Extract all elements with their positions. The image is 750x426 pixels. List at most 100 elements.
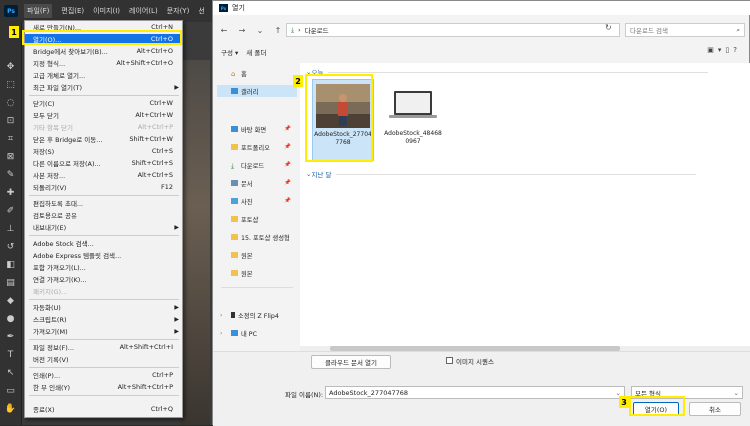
menu-item-place-linked[interactable]: 연결 가져오기(K)... bbox=[25, 274, 182, 284]
dodge-tool-icon[interactable]: ● bbox=[5, 314, 17, 324]
text-tool-icon[interactable]: T bbox=[5, 350, 17, 360]
menu-item-automate[interactable]: 자동화(U) ▶ bbox=[25, 302, 182, 313]
step1-badge: 1 bbox=[9, 26, 19, 38]
menu-edit[interactable]: 편집(E) bbox=[61, 6, 84, 16]
menu-item-recent[interactable]: 최근 파일 열기(T) ▶ bbox=[25, 82, 182, 93]
new-folder-button[interactable]: 새 폴더 bbox=[246, 47, 266, 57]
group-last-month[interactable]: ⌄ 지난 달 bbox=[306, 169, 697, 179]
hand-tool-icon[interactable]: ✋ bbox=[5, 404, 17, 414]
dropdown-arrow-icon[interactable]: ⌄ bbox=[253, 26, 267, 35]
eraser-tool-icon[interactable]: ◧ bbox=[5, 260, 17, 270]
file-item-484680967[interactable]: AdobeStock_484680967 bbox=[382, 79, 444, 161]
nav-item-home[interactable]: ⌂ 홈 bbox=[217, 67, 297, 79]
menu-divider bbox=[29, 395, 179, 396]
pen-tool-icon[interactable]: ✒ bbox=[5, 332, 17, 342]
search-input[interactable]: 다운로드 검색 ⌕ bbox=[625, 23, 745, 37]
menu-item-invite[interactable]: 편집하도록 초대... bbox=[25, 198, 182, 208]
nav-item-folder15[interactable]: 15. 포토샵 생성형 bbox=[217, 231, 297, 243]
menu-item-adobe-express[interactable]: Adobe Express 템플릿 검색... bbox=[25, 250, 182, 260]
menu-item-bridge[interactable]: Bridge에서 찾아보기(B)... Alt+Ctrl+O bbox=[25, 46, 182, 56]
cancel-button[interactable]: 취소 bbox=[689, 402, 741, 416]
eyedropper-tool-icon[interactable]: ✎ bbox=[5, 170, 17, 180]
crop-tool-icon[interactable]: ⌗ bbox=[5, 134, 17, 144]
folder-icon bbox=[231, 234, 238, 240]
menu-item-scripts[interactable]: 스크립트(R) ▶ bbox=[25, 314, 182, 325]
nav-item-pictures[interactable]: 사진 📌 bbox=[217, 195, 297, 207]
file-name: AdobeStock_484680967 bbox=[384, 130, 442, 145]
nav-item-gallery[interactable]: 갤러리 bbox=[217, 85, 297, 97]
menu-item-place-embedded[interactable]: 포함 가져오기(L)... bbox=[25, 262, 182, 272]
menu-item-adobe-stock[interactable]: Adobe Stock 검색... bbox=[25, 238, 182, 248]
pin-icon: 📌 bbox=[284, 126, 291, 132]
move-tool-icon[interactable]: ✥ bbox=[5, 62, 17, 72]
menu-image[interactable]: 이미지(I) bbox=[93, 6, 120, 16]
filename-input[interactable]: AdobeStock_277047768 ⌄ bbox=[325, 386, 625, 399]
chevron-right-icon: › bbox=[220, 329, 223, 337]
open-cloud-document-button[interactable]: 클라우드 문서 열기 bbox=[311, 355, 391, 369]
frame-tool-icon[interactable]: ⊠ bbox=[5, 152, 17, 162]
nav-item-documents[interactable]: 문서 📌 bbox=[217, 177, 297, 189]
menu-item-package[interactable]: 패키지(G)... bbox=[25, 286, 182, 296]
menu-item-smart-object[interactable]: 고급 개체로 열기... bbox=[25, 70, 182, 80]
menu-item-save-as[interactable]: 다른 이름으로 저장(A)... Shift+Ctrl+S bbox=[25, 158, 182, 168]
marquee-tool-icon[interactable]: ⬚ bbox=[5, 80, 17, 90]
nav-item-phone[interactable]: › 소정의 Z Flip4 bbox=[217, 309, 297, 321]
menu-item-save-copy[interactable]: 사본 저장... Alt+Ctrl+S bbox=[25, 170, 182, 180]
menu-item-save[interactable]: 저장(S) Ctrl+S bbox=[25, 146, 182, 156]
up-arrow-icon[interactable]: ↑ bbox=[271, 26, 285, 35]
menu-item-close[interactable]: 닫기(C) Ctrl+W bbox=[25, 98, 182, 108]
submenu-arrow-icon: ▶ bbox=[174, 223, 179, 231]
open-dialog: Ps 열기 ← → ⌄ ↑ ⤓ › 다운로드 ↻ 다운로드 검색 ⌕ 구성 ▾ … bbox=[212, 0, 750, 426]
menu-item-revert[interactable]: 되돌리기(V) F12 bbox=[25, 182, 182, 192]
blur-tool-icon[interactable]: ◆ bbox=[5, 296, 17, 306]
organize-button[interactable]: 구성 ▾ bbox=[221, 47, 238, 57]
address-bar[interactable]: ⤓ › 다운로드 bbox=[286, 23, 620, 37]
history-brush-icon[interactable]: ↺ bbox=[5, 242, 17, 252]
menu-select[interactable]: 선 bbox=[198, 6, 204, 16]
menu-file[interactable]: 파일(F) bbox=[24, 4, 53, 18]
menu-layer[interactable]: 레이어(L) bbox=[129, 6, 158, 16]
menu-item-exit[interactable]: 종료(X) Ctrl+Q bbox=[25, 404, 182, 414]
folder-icon bbox=[231, 144, 238, 150]
menu-item-version-history[interactable]: 버전 기록(V) bbox=[25, 354, 182, 364]
menu-item-file-info[interactable]: 파일 정보(F)... Alt+Shift+Ctrl+I bbox=[25, 342, 182, 352]
pin-icon: 📌 bbox=[284, 198, 291, 204]
menu-divider bbox=[29, 367, 179, 368]
menu-item-close-all[interactable]: 모두 닫기 Alt+Ctrl+W bbox=[25, 110, 182, 120]
back-arrow-icon[interactable]: ← bbox=[217, 26, 231, 35]
brush-tool-icon[interactable]: ✐ bbox=[5, 206, 17, 216]
lasso-tool-icon[interactable]: ◌ bbox=[5, 98, 17, 108]
menu-item-close-others[interactable]: 기타 항목 닫기 Alt+Ctrl+P bbox=[25, 122, 182, 132]
menu-type[interactable]: 문자(Y) bbox=[167, 6, 190, 16]
image-sequence-checkbox[interactable] bbox=[446, 357, 453, 364]
nav-item-portfolio[interactable]: 포트폴리오 📌 bbox=[217, 141, 297, 153]
shape-tool-icon[interactable]: ▭ bbox=[5, 386, 17, 396]
gradient-tool-icon[interactable]: ▤ bbox=[5, 278, 17, 288]
menu-item-export[interactable]: 내보내기(E) ▶ bbox=[25, 222, 182, 233]
stamp-tool-icon[interactable]: ⊥ bbox=[5, 224, 17, 234]
view-options-icon[interactable]: ▣▾▯? bbox=[707, 46, 741, 54]
select-tool-icon[interactable]: ⊡ bbox=[5, 116, 17, 126]
nav-item-pc[interactable]: › 내 PC bbox=[217, 327, 297, 339]
forward-arrow-icon[interactable]: → bbox=[235, 26, 249, 35]
menu-divider bbox=[29, 195, 179, 196]
nav-item-original-1[interactable]: 원본 bbox=[217, 249, 297, 261]
menu-item-share-review[interactable]: 검토용으로 공유 bbox=[25, 210, 182, 220]
path-select-icon[interactable]: ↖ bbox=[5, 368, 17, 378]
chevron-down-icon: ⌄ bbox=[733, 388, 739, 397]
search-icon: ⌕ bbox=[736, 25, 740, 34]
menu-item-print[interactable]: 인쇄(P)... Ctrl+P bbox=[25, 370, 182, 380]
refresh-icon[interactable]: ↻ bbox=[605, 23, 612, 32]
menu-item-close-bridge[interactable]: 닫은 후 Bridge로 이동... Shift+Ctrl+W bbox=[25, 134, 182, 144]
menu-item-open-as[interactable]: 지정 형식... Alt+Shift+Ctrl+O bbox=[25, 58, 182, 68]
menu-item-print-one[interactable]: 한 부 인쇄(Y) Alt+Shift+Ctrl+P bbox=[25, 382, 182, 392]
nav-item-desktop[interactable]: 바탕 화면 📌 bbox=[217, 123, 297, 135]
nav-item-original-2[interactable]: 원본 bbox=[217, 267, 297, 279]
menu-item-import[interactable]: 가져오기(M) ▶ bbox=[25, 326, 182, 337]
pin-icon: 📌 bbox=[284, 180, 291, 186]
nav-item-photoshop[interactable]: 포토샵 bbox=[217, 213, 297, 225]
nav-item-downloads[interactable]: ⤓ 다운로드 📌 bbox=[217, 159, 297, 171]
submenu-arrow-icon: ▶ bbox=[174, 315, 179, 323]
healing-tool-icon[interactable]: ✚ bbox=[5, 188, 17, 198]
submenu-arrow-icon: ▶ bbox=[174, 303, 179, 311]
